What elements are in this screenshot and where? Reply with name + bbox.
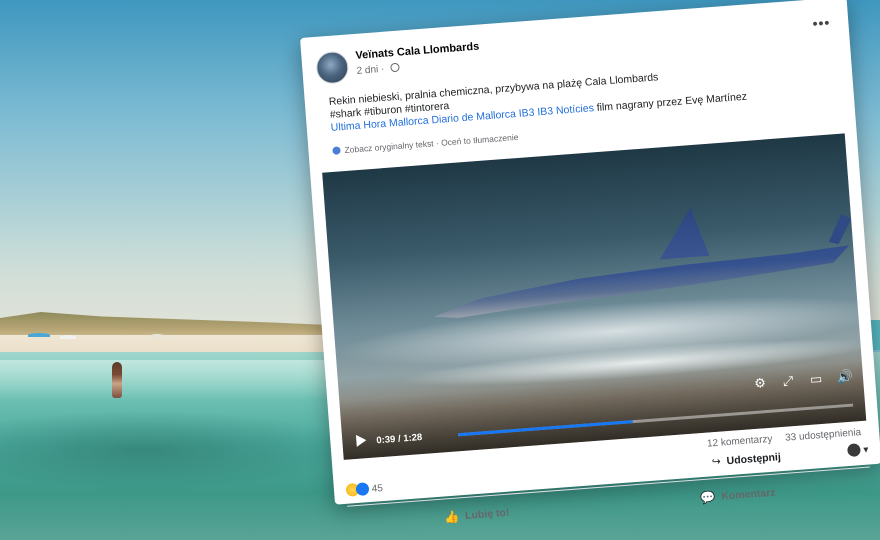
video-player[interactable]: ⚙ ⤢ ▭ 🔊 0:39 / 1:28 — [322, 133, 867, 460]
translate-links[interactable]: Zobacz oryginalny tekst · Oceń to tłumac… — [344, 132, 519, 155]
translation-bar[interactable]: Zobacz oryginalny tekst · Oceń to tłumac… — [332, 132, 519, 156]
globe-icon — [389, 62, 400, 73]
page-avatar-small — [846, 443, 861, 458]
post-meta: 2 dni · — [356, 62, 400, 77]
umbrella — [28, 333, 50, 337]
page-avatar[interactable] — [315, 50, 350, 85]
picture-in-picture-icon[interactable]: ▭ — [809, 371, 824, 387]
umbrella — [60, 335, 76, 339]
umbrella — [150, 334, 164, 338]
shares-count[interactable]: 33 udostępnienia — [785, 427, 862, 444]
shark-tail-fin — [827, 213, 853, 245]
comment-icon: 💬 — [700, 490, 716, 506]
chevron-down-icon: ▾ — [863, 444, 869, 456]
like-reaction-icon — [355, 482, 370, 497]
comments-count[interactable]: 12 komentarzy — [707, 434, 773, 450]
translate-icon — [332, 146, 341, 155]
deep-water-patch — [0, 410, 360, 490]
page-name[interactable]: Veïnats Cala Llombards — [355, 41, 480, 62]
shark-dorsal-fin — [656, 206, 710, 260]
facebook-post-card: Veïnats Cala Llombards 2 dni · ••• Rekin… — [300, 0, 880, 525]
post-time[interactable]: 2 dni — [356, 64, 378, 77]
fullscreen-icon[interactable]: ⤢ — [781, 373, 796, 389]
page-selector[interactable]: ▾ — [846, 443, 869, 458]
volume-icon[interactable]: 🔊 — [836, 369, 853, 385]
share-icon: ↪ — [711, 455, 722, 469]
share-button[interactable]: ↪ Udostępnij — [711, 451, 781, 468]
separator: · — [380, 63, 388, 75]
more-options-icon[interactable]: ••• — [812, 14, 831, 31]
shallow-water — [0, 360, 340, 400]
settings-icon[interactable]: ⚙ — [753, 375, 768, 391]
reactions-count: 45 — [371, 483, 384, 495]
thumbs-up-icon: 👍 — [443, 509, 460, 525]
like-label: Lubię to! — [464, 506, 510, 522]
person-in-water — [112, 362, 122, 398]
share-label: Udostępnij — [726, 451, 782, 468]
play-icon[interactable] — [355, 434, 367, 447]
comment-label: Komentarz — [720, 486, 777, 503]
